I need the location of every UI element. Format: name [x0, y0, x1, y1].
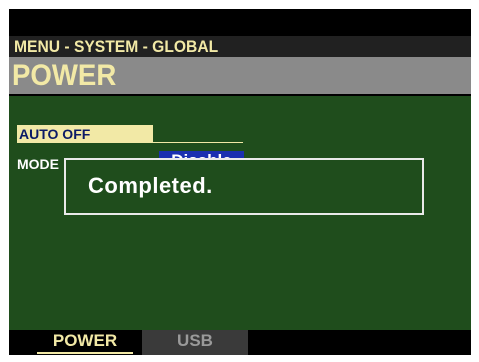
- page-title-bar: POWER: [9, 57, 471, 94]
- breadcrumb: MENU - SYSTEM - GLOBAL: [9, 36, 471, 57]
- active-tab-indicator: [37, 352, 133, 354]
- tab-usb-label: USB: [177, 331, 213, 350]
- mode-label: MODE: [17, 156, 59, 172]
- display-screen: MENU - SYSTEM - GLOBAL POWER AUTO OFF MO…: [9, 9, 471, 355]
- page-title: POWER: [12, 59, 117, 92]
- tab-power[interactable]: POWER: [37, 330, 133, 355]
- auto-off-param[interactable]: AUTO OFF: [17, 125, 153, 143]
- breadcrumb-text: MENU - SYSTEM - GLOBAL: [14, 37, 219, 56]
- auto-off-value-underline: [153, 142, 243, 143]
- completed-dialog: Completed.: [64, 158, 424, 215]
- tab-usb[interactable]: USB: [142, 330, 248, 355]
- dialog-message: Completed.: [88, 173, 213, 198]
- tab-power-label: POWER: [52, 331, 118, 350]
- tab-bar: POWER USB: [9, 330, 471, 355]
- auto-off-label: AUTO OFF: [19, 126, 91, 142]
